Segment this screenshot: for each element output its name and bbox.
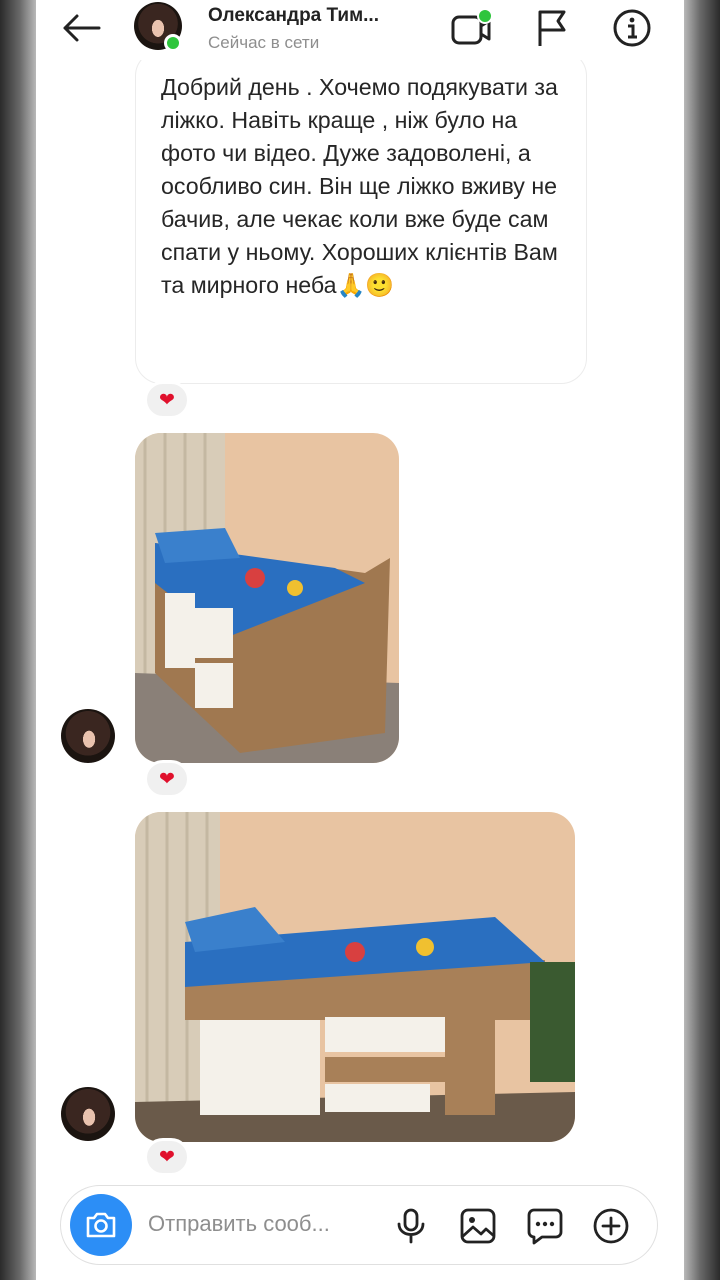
- message-bubble[interactable]: Добрий день . Хочемо подякувати за ліжко…: [135, 50, 587, 384]
- contact-avatar[interactable]: [134, 2, 182, 52]
- online-indicator: [164, 34, 182, 52]
- message-input[interactable]: [148, 1208, 378, 1240]
- video-call-button[interactable]: [449, 6, 493, 50]
- info-icon: [613, 9, 651, 47]
- message-photo[interactable]: [135, 433, 399, 763]
- info-button[interactable]: [610, 6, 654, 50]
- message-composer: [60, 1185, 658, 1265]
- back-arrow-icon: [63, 14, 101, 42]
- gallery-icon: [460, 1208, 496, 1244]
- heart-icon: ❤: [159, 768, 175, 790]
- report-button[interactable]: [530, 6, 574, 50]
- heart-icon: ❤: [159, 1146, 175, 1168]
- bed-photo: [135, 812, 575, 1142]
- sticker-icon: [527, 1208, 563, 1245]
- sticker-button[interactable]: [523, 1204, 567, 1248]
- plus-icon: [593, 1208, 629, 1244]
- message-photo[interactable]: [135, 812, 575, 1142]
- heart-icon: ❤: [159, 389, 175, 411]
- back-button[interactable]: [58, 8, 104, 48]
- contact-status: Сейчас в сети: [208, 33, 320, 52]
- sender-avatar[interactable]: [61, 1087, 115, 1141]
- microphone-icon: [397, 1208, 425, 1244]
- bed-photo: [135, 433, 399, 763]
- camera-icon: [86, 1212, 116, 1238]
- sender-avatar[interactable]: [61, 709, 115, 763]
- voice-message-button[interactable]: [389, 1204, 433, 1248]
- contact-name[interactable]: Олександра Тим...: [208, 5, 418, 27]
- camera-button[interactable]: [70, 1194, 132, 1256]
- video-call-icon: [451, 8, 493, 45]
- chat-screen: Олександра Тим... Сейчас в сети Добрий д…: [36, 0, 684, 1280]
- message-text: Добрий день . Хочемо подякувати за ліжко…: [161, 74, 558, 298]
- reaction-badge[interactable]: ❤: [144, 1138, 190, 1176]
- reaction-badge[interactable]: ❤: [144, 760, 190, 798]
- gallery-button[interactable]: [456, 1204, 500, 1248]
- flag-icon: [538, 10, 566, 46]
- reaction-badge[interactable]: ❤: [144, 381, 190, 419]
- more-options-button[interactable]: [589, 1204, 633, 1248]
- chat-header: Олександра Тим... Сейчас в сети: [36, 0, 684, 60]
